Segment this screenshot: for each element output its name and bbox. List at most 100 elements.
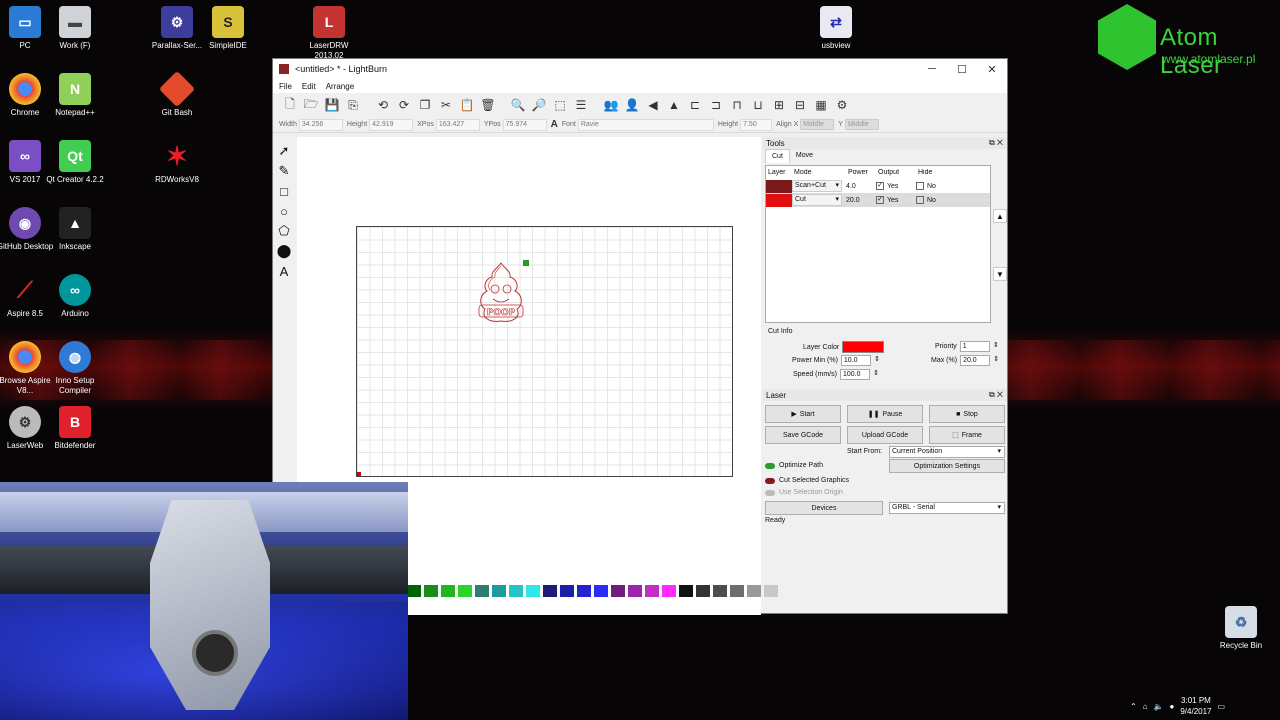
desktop-icon-work[interactable]: ▬ Work (F) xyxy=(43,6,107,51)
pause-button[interactable]: ❚❚ Pause xyxy=(847,405,923,423)
palette-swatch[interactable] xyxy=(662,585,676,597)
use-selection-origin-toggle[interactable]: Use Selection Origin xyxy=(765,489,843,496)
align-x-select[interactable]: Middle xyxy=(800,119,835,130)
distribute-icon[interactable]: ⊟ xyxy=(791,96,809,114)
rectangle-tool-icon[interactable]: □ xyxy=(275,181,293,201)
devices-button[interactable]: Devices xyxy=(765,501,883,515)
palette-swatch[interactable] xyxy=(543,585,557,597)
palette-swatch[interactable] xyxy=(424,585,438,597)
desktop-icon-rdworks[interactable]: ✶ RDWorksV8 xyxy=(145,140,209,185)
layer-color-swatch[interactable] xyxy=(842,341,885,353)
table-row[interactable]: Scan+Cut 4.0 ✓Yes No xyxy=(766,179,990,193)
palette-swatch[interactable] xyxy=(560,585,574,597)
desktop-icon-qtcreator[interactable]: Qt Qt Creator 4.2.2 xyxy=(43,140,107,185)
desktop-icon-recycle-bin[interactable]: ♻ Recycle Bin xyxy=(1209,606,1273,651)
desktop-icon-innosetup[interactable]: ◍ Inno Setup Compiler xyxy=(43,341,107,396)
mode-select[interactable]: Cut xyxy=(792,194,842,206)
palette-swatch[interactable] xyxy=(730,585,744,597)
new-file-icon[interactable]: 🗋 xyxy=(281,96,299,114)
ungroup-icon[interactable]: 👤 xyxy=(623,96,641,114)
position-laser-icon[interactable]: ⬤ xyxy=(275,241,293,261)
zoom-out-icon[interactable]: 🔎 xyxy=(530,96,548,114)
xpos-input[interactable]: 163.427 xyxy=(435,118,480,131)
align-left-icon[interactable]: ⊏ xyxy=(686,96,704,114)
height-input[interactable]: 42.919 xyxy=(369,118,414,131)
palette-swatch[interactable] xyxy=(509,585,523,597)
hide-checkbox[interactable] xyxy=(916,196,924,204)
import-icon[interactable]: ⎘ xyxy=(344,96,362,114)
zoom-in-icon[interactable]: 🔍 xyxy=(509,96,527,114)
pen-tool-icon[interactable]: ✎ xyxy=(275,161,293,181)
menu-edit[interactable]: Edit xyxy=(302,82,316,91)
title-bar[interactable]: <untitled> * - LightBurn ─ ☐ ✕ xyxy=(273,59,1007,79)
mode-select[interactable]: Scan+Cut xyxy=(792,180,842,192)
network-icon[interactable]: ⌂ xyxy=(1143,702,1148,711)
minimize-button[interactable]: ─ xyxy=(917,59,947,79)
font-select[interactable]: Ravie xyxy=(577,118,714,131)
menu-arrange[interactable]: Arrange xyxy=(326,82,354,91)
power-min-input[interactable]: 10.0 xyxy=(840,355,880,366)
close-icon[interactable]: ⧉ ✕ xyxy=(989,390,1003,400)
flip-vertical-icon[interactable]: ▲ xyxy=(665,96,683,114)
palette-swatch[interactable] xyxy=(577,585,591,597)
palette-swatch[interactable] xyxy=(747,585,761,597)
volume-icon[interactable]: 🔈 xyxy=(1154,702,1164,711)
cut-icon[interactable]: ✂ xyxy=(437,96,455,114)
app-tray-icon[interactable]: ● xyxy=(1170,702,1175,711)
palette-swatch[interactable] xyxy=(645,585,659,597)
clock[interactable]: 3:01 PM 9/4/2017 xyxy=(1180,695,1211,717)
palette-swatch[interactable] xyxy=(407,585,421,597)
frame-button[interactable]: ⬚ Frame xyxy=(929,426,1005,444)
start-button[interactable]: ▶ Start xyxy=(765,405,841,423)
align-y-select[interactable]: Middle xyxy=(844,119,879,130)
priority-input[interactable]: 1 xyxy=(959,341,999,352)
save-gcode-button[interactable]: Save GCode xyxy=(765,426,841,444)
work-area-grid[interactable] xyxy=(356,226,733,477)
palette-swatch[interactable] xyxy=(628,585,642,597)
open-file-icon[interactable]: 🗁 xyxy=(302,96,320,114)
palette-swatch[interactable] xyxy=(475,585,489,597)
grid-array-icon[interactable]: ▦ xyxy=(812,96,830,114)
palette-swatch[interactable] xyxy=(458,585,472,597)
settings-list-icon[interactable]: ☰ xyxy=(572,96,590,114)
power-max-input[interactable]: 20.0 xyxy=(960,355,999,366)
palette-swatch[interactable] xyxy=(526,585,540,597)
notifications-icon[interactable]: ▭ xyxy=(1218,702,1226,711)
palette-swatch[interactable] xyxy=(441,585,455,597)
hide-checkbox[interactable] xyxy=(916,182,924,190)
flip-horizontal-icon[interactable]: ◀ xyxy=(644,96,662,114)
align-right-icon[interactable]: ⊐ xyxy=(707,96,725,114)
close-icon[interactable]: ⧉ ✕ xyxy=(989,138,1003,148)
gear-icon[interactable]: ⚙ xyxy=(833,96,851,114)
desktop-icon-laserdrw[interactable]: L LaserDRW 2013.02 xyxy=(297,6,361,61)
palette-swatch[interactable] xyxy=(713,585,727,597)
tab-cut[interactable]: Cut xyxy=(765,149,790,163)
ypos-input[interactable]: 75.974 xyxy=(502,118,547,131)
optimize-path-toggle[interactable]: Optimize Path xyxy=(765,462,823,469)
upload-gcode-button[interactable]: Upload GCode xyxy=(847,426,923,444)
palette-swatch[interactable] xyxy=(764,585,778,597)
move-layer-up-icon[interactable]: ▲ xyxy=(993,209,1007,223)
paste-icon[interactable]: 📋 xyxy=(458,96,476,114)
palette-swatch[interactable] xyxy=(696,585,710,597)
select-tool-icon[interactable]: ➚ xyxy=(275,141,293,161)
desktop-icon-simpleide[interactable]: S SimpleIDE xyxy=(196,6,260,51)
align-bottom-icon[interactable]: ⊔ xyxy=(749,96,767,114)
output-checkbox[interactable]: ✓ xyxy=(876,182,884,190)
start-from-select[interactable]: Current Position xyxy=(889,446,1005,458)
desktop-icon-arduino[interactable]: ∞ Arduino xyxy=(43,274,107,319)
zoom-frame-icon[interactable]: ⬚ xyxy=(551,96,569,114)
cut-selected-toggle[interactable]: Cut Selected Graphics xyxy=(765,477,849,484)
copy-icon[interactable]: ❐ xyxy=(416,96,434,114)
redo-icon[interactable]: ⟳ xyxy=(395,96,413,114)
palette-swatch[interactable] xyxy=(679,585,693,597)
output-checkbox[interactable]: ✓ xyxy=(876,196,884,204)
undo-icon[interactable]: ⟲ xyxy=(374,96,392,114)
speed-input[interactable]: 100.0 xyxy=(839,369,879,380)
ellipse-tool-icon[interactable]: ○ xyxy=(275,201,293,221)
tab-move[interactable]: Move xyxy=(790,149,819,163)
palette-swatch[interactable] xyxy=(492,585,506,597)
save-icon[interactable]: 💾 xyxy=(323,96,341,114)
desktop-icon-bitdefender[interactable]: B Bitdefender xyxy=(43,406,107,451)
align-top-icon[interactable]: ⊓ xyxy=(728,96,746,114)
